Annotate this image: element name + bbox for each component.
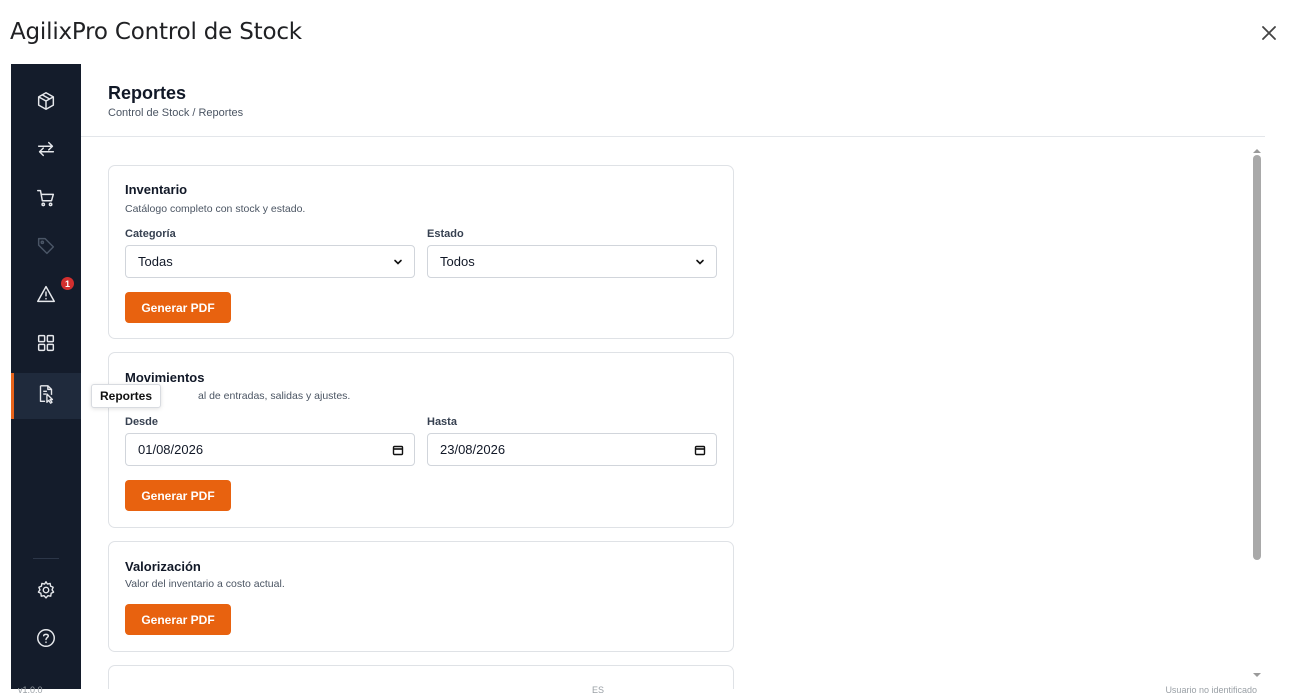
calendar-icon[interactable]: [694, 444, 706, 456]
hasta-date-input[interactable]: 23/08/2026: [427, 433, 717, 466]
version-label: v1.0.0: [18, 685, 43, 693]
scroll-down-icon[interactable]: [1252, 666, 1262, 677]
sidebar-item-products[interactable]: [11, 80, 81, 126]
estado-select[interactable]: Todos: [427, 245, 717, 278]
sidebar-item-settings[interactable]: [11, 569, 81, 615]
warning-icon: [35, 283, 57, 310]
sidebar-item-purchases[interactable]: [11, 177, 81, 223]
sidebar: 1: [11, 64, 81, 689]
page-title: Reportes: [108, 83, 187, 103]
sidebar-item-tags[interactable]: [11, 225, 81, 271]
desde-date-input[interactable]: 01/08/2026: [125, 433, 415, 466]
cart-icon: [35, 187, 57, 214]
sidebar-item-help[interactable]: [11, 617, 81, 663]
page-header: Reportes Control de Stock / Reportes: [81, 64, 1265, 137]
sidebar-item-dashboard[interactable]: [11, 322, 81, 368]
scrollbar[interactable]: [1248, 140, 1266, 680]
sidebar-divider: [33, 558, 59, 559]
card-title: Movimientos: [125, 370, 205, 385]
grid-icon: [35, 332, 57, 359]
categoria-label: Categoría: [125, 228, 176, 240]
language-label: ES: [592, 685, 605, 693]
title-bar: AgilixPro Control de Stock: [0, 0, 1290, 64]
card-title: Valorización: [125, 559, 201, 574]
reports-tooltip: Reportes: [91, 384, 162, 408]
desde-label: Desde: [125, 416, 159, 428]
hasta-value: 23/08/2026: [440, 442, 506, 457]
inventario-card: Inventario Catálogo completo con stock y…: [108, 165, 734, 339]
calendar-icon[interactable]: [392, 444, 404, 456]
estado-label: Estado: [427, 228, 464, 240]
sidebar-item-alerts[interactable]: 1: [11, 273, 81, 319]
sidebar-item-movements[interactable]: [11, 128, 81, 174]
report-icon: [35, 383, 57, 410]
alerts-badge: 1: [61, 277, 74, 290]
card-description: Valor del inventario a costo actual.: [125, 578, 285, 590]
hasta-label: Hasta: [427, 416, 457, 428]
status-bar: v1.0.0 ES Usuario no identificado: [0, 683, 1290, 693]
estado-value: Todos: [440, 254, 475, 269]
tag-icon: [35, 235, 57, 262]
card-description: al de entradas, salidas y ajustes.: [198, 390, 351, 402]
sidebar-item-reports[interactable]: [11, 373, 81, 419]
generar-pdf-movimientos-button[interactable]: Generar PDF: [125, 480, 231, 511]
movimientos-card: Movimientos al de entradas, salidas y aj…: [108, 352, 734, 528]
generar-pdf-inventario-button[interactable]: Generar PDF: [125, 292, 231, 323]
card-description: Catálogo completo con stock y estado.: [125, 203, 306, 215]
card-title: Inventario: [125, 182, 188, 197]
gear-icon: [35, 579, 57, 606]
close-icon[interactable]: [1256, 20, 1282, 46]
main-content: Reportes Control de Stock / Reportes Inv…: [81, 64, 1265, 689]
chevron-down-icon: [694, 256, 706, 268]
categoria-value: Todas: [138, 254, 173, 269]
help-icon: [35, 627, 57, 654]
desde-value: 01/08/2026: [138, 442, 204, 457]
categoria-select[interactable]: Todas: [125, 245, 415, 278]
valorizacion-card: Valorización Valor del inventario a cost…: [108, 541, 734, 652]
cube-icon: [35, 90, 57, 117]
arrows-exchange-icon: [35, 138, 57, 165]
chevron-down-icon: [392, 256, 404, 268]
app-title: AgilixPro Control de Stock: [10, 19, 302, 45]
generar-pdf-valorizacion-button[interactable]: Generar PDF: [125, 604, 231, 635]
user-label: Usuario no identificado: [1165, 685, 1257, 693]
scroll-thumb[interactable]: [1253, 155, 1261, 560]
scroll-up-icon[interactable]: [1252, 142, 1262, 153]
breadcrumb: Control de Stock / Reportes: [108, 107, 244, 119]
